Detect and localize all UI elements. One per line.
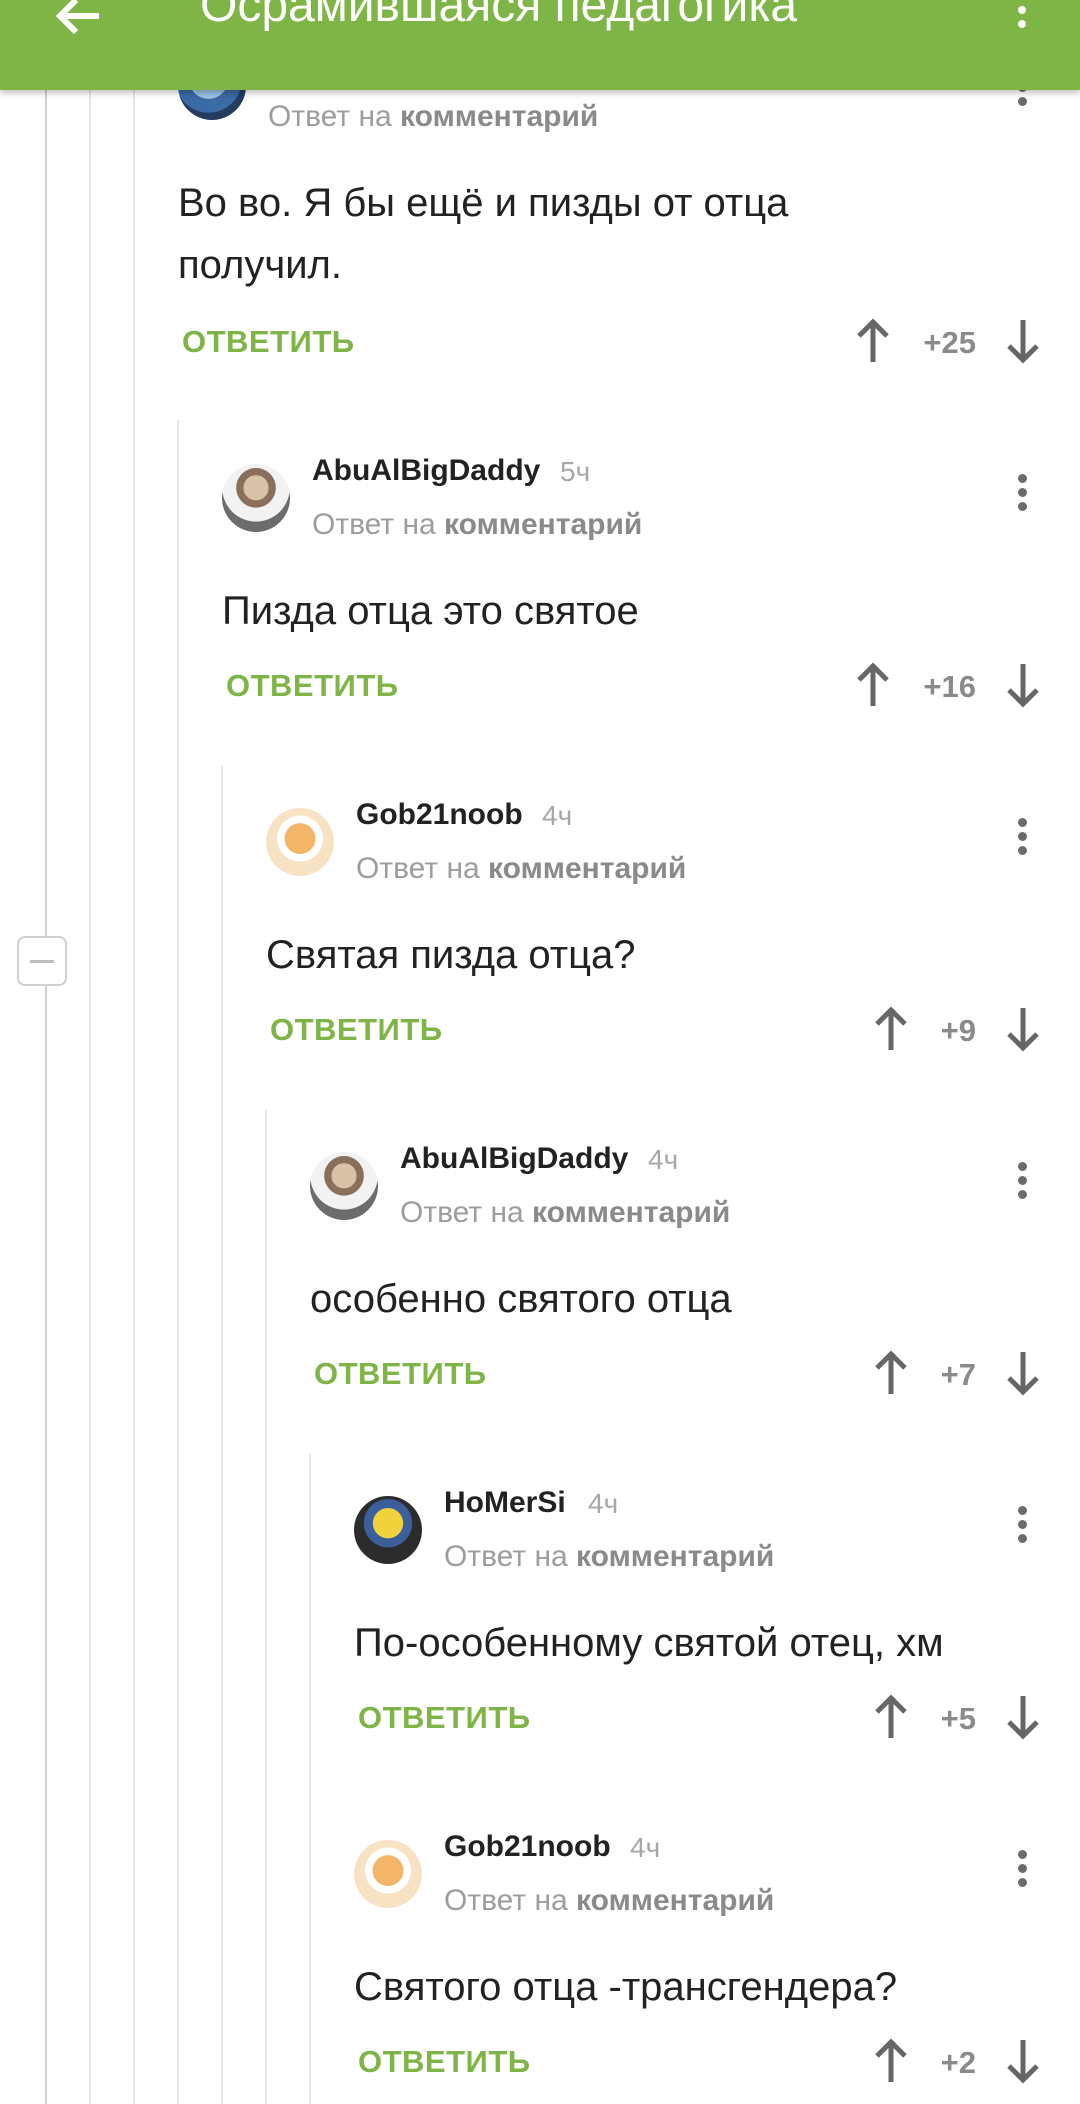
more-vertical-icon[interactable]: [1012, 1157, 1032, 1207]
comment-author[interactable]: HoMerSi: [444, 1486, 566, 1520]
reply-target-link[interactable]: комментарий: [532, 1196, 730, 1229]
more-vertical-icon[interactable]: [1010, 0, 1034, 50]
reply-to-label: Ответ на комментарий: [356, 852, 687, 885]
page-title: Осрамившаяся педагогика: [200, 0, 798, 32]
comment-text: Святого отца -трансгендера?: [354, 1965, 898, 2009]
comment-text: Святая пизда отца?: [266, 933, 636, 977]
comment-author[interactable]: AbuAlBigDaddy: [400, 1142, 628, 1176]
comment-text: Во во. Я бы ещё и пизды от отца получил.: [178, 181, 789, 287]
comment: Gob21noob 4ч Ответ на комментарий Святог…: [0, 1720, 1080, 2084]
comment: AbuAlBigDaddy 5ч Ответ на комментарий Пи…: [0, 344, 1080, 708]
arrow-down-icon[interactable]: [1003, 2036, 1043, 2086]
reply-target-link[interactable]: комментарий: [488, 852, 686, 885]
comment: HoMerSi 4ч Ответ на комментарий По-особе…: [0, 1376, 1080, 1740]
reply-to-label: Ответ на комментарий: [268, 100, 599, 133]
arrow-up-icon[interactable]: [871, 2036, 911, 2086]
reply-to-label: Ответ на комментарий: [400, 1196, 731, 1229]
reply-target-link[interactable]: комментарий: [576, 1884, 774, 1917]
comment-text: По-особенному святой отец, хм: [354, 1621, 944, 1665]
reply-target-link[interactable]: комментарий: [576, 1540, 774, 1573]
comment-time: 4ч: [542, 800, 573, 831]
avatar[interactable]: [354, 1840, 422, 1908]
more-vertical-icon[interactable]: [1012, 813, 1032, 863]
comment-time: 4ч: [588, 1488, 619, 1519]
comment-score: +2: [940, 2045, 976, 2080]
comment-text: Пизда отца это святое: [222, 589, 639, 633]
more-vertical-icon[interactable]: [1012, 469, 1032, 519]
comment-time: 4ч: [630, 1832, 661, 1863]
avatar[interactable]: [310, 1152, 378, 1220]
comment-author[interactable]: Gob21noob: [356, 798, 523, 832]
reply-to-label: Ответ на комментарий: [312, 508, 643, 541]
comment-time: 5ч: [560, 456, 591, 487]
reply-to-label: Ответ на комментарий: [444, 1540, 775, 1573]
comment: AbuAlBigDaddy 4ч Ответ на комментарий ос…: [0, 1032, 1080, 1396]
avatar[interactable]: [354, 1496, 422, 1564]
comment-author[interactable]: AbuAlBigDaddy: [312, 454, 540, 488]
arrow-left-icon[interactable]: [48, 0, 108, 50]
app-bar: Осрамившаяся педагогика: [0, 0, 1080, 90]
reply-button[interactable]: ОТВЕТИТЬ: [358, 2044, 531, 2080]
avatar[interactable]: [222, 464, 290, 532]
reply-target-link[interactable]: комментарий: [444, 508, 642, 541]
comment: Gob21noob 4ч Ответ на комментарий Святая…: [0, 688, 1080, 1052]
avatar[interactable]: [266, 808, 334, 876]
reply-to-label: Ответ на комментарий: [444, 1884, 775, 1917]
more-vertical-icon[interactable]: [1012, 1845, 1032, 1895]
comment-text: особенно святого отца: [310, 1277, 732, 1321]
reply-target-link[interactable]: комментарий: [400, 100, 598, 133]
more-vertical-icon[interactable]: [1012, 1501, 1032, 1551]
comment-time: 4ч: [648, 1144, 679, 1175]
comment-author[interactable]: Gob21noob: [444, 1830, 611, 1864]
